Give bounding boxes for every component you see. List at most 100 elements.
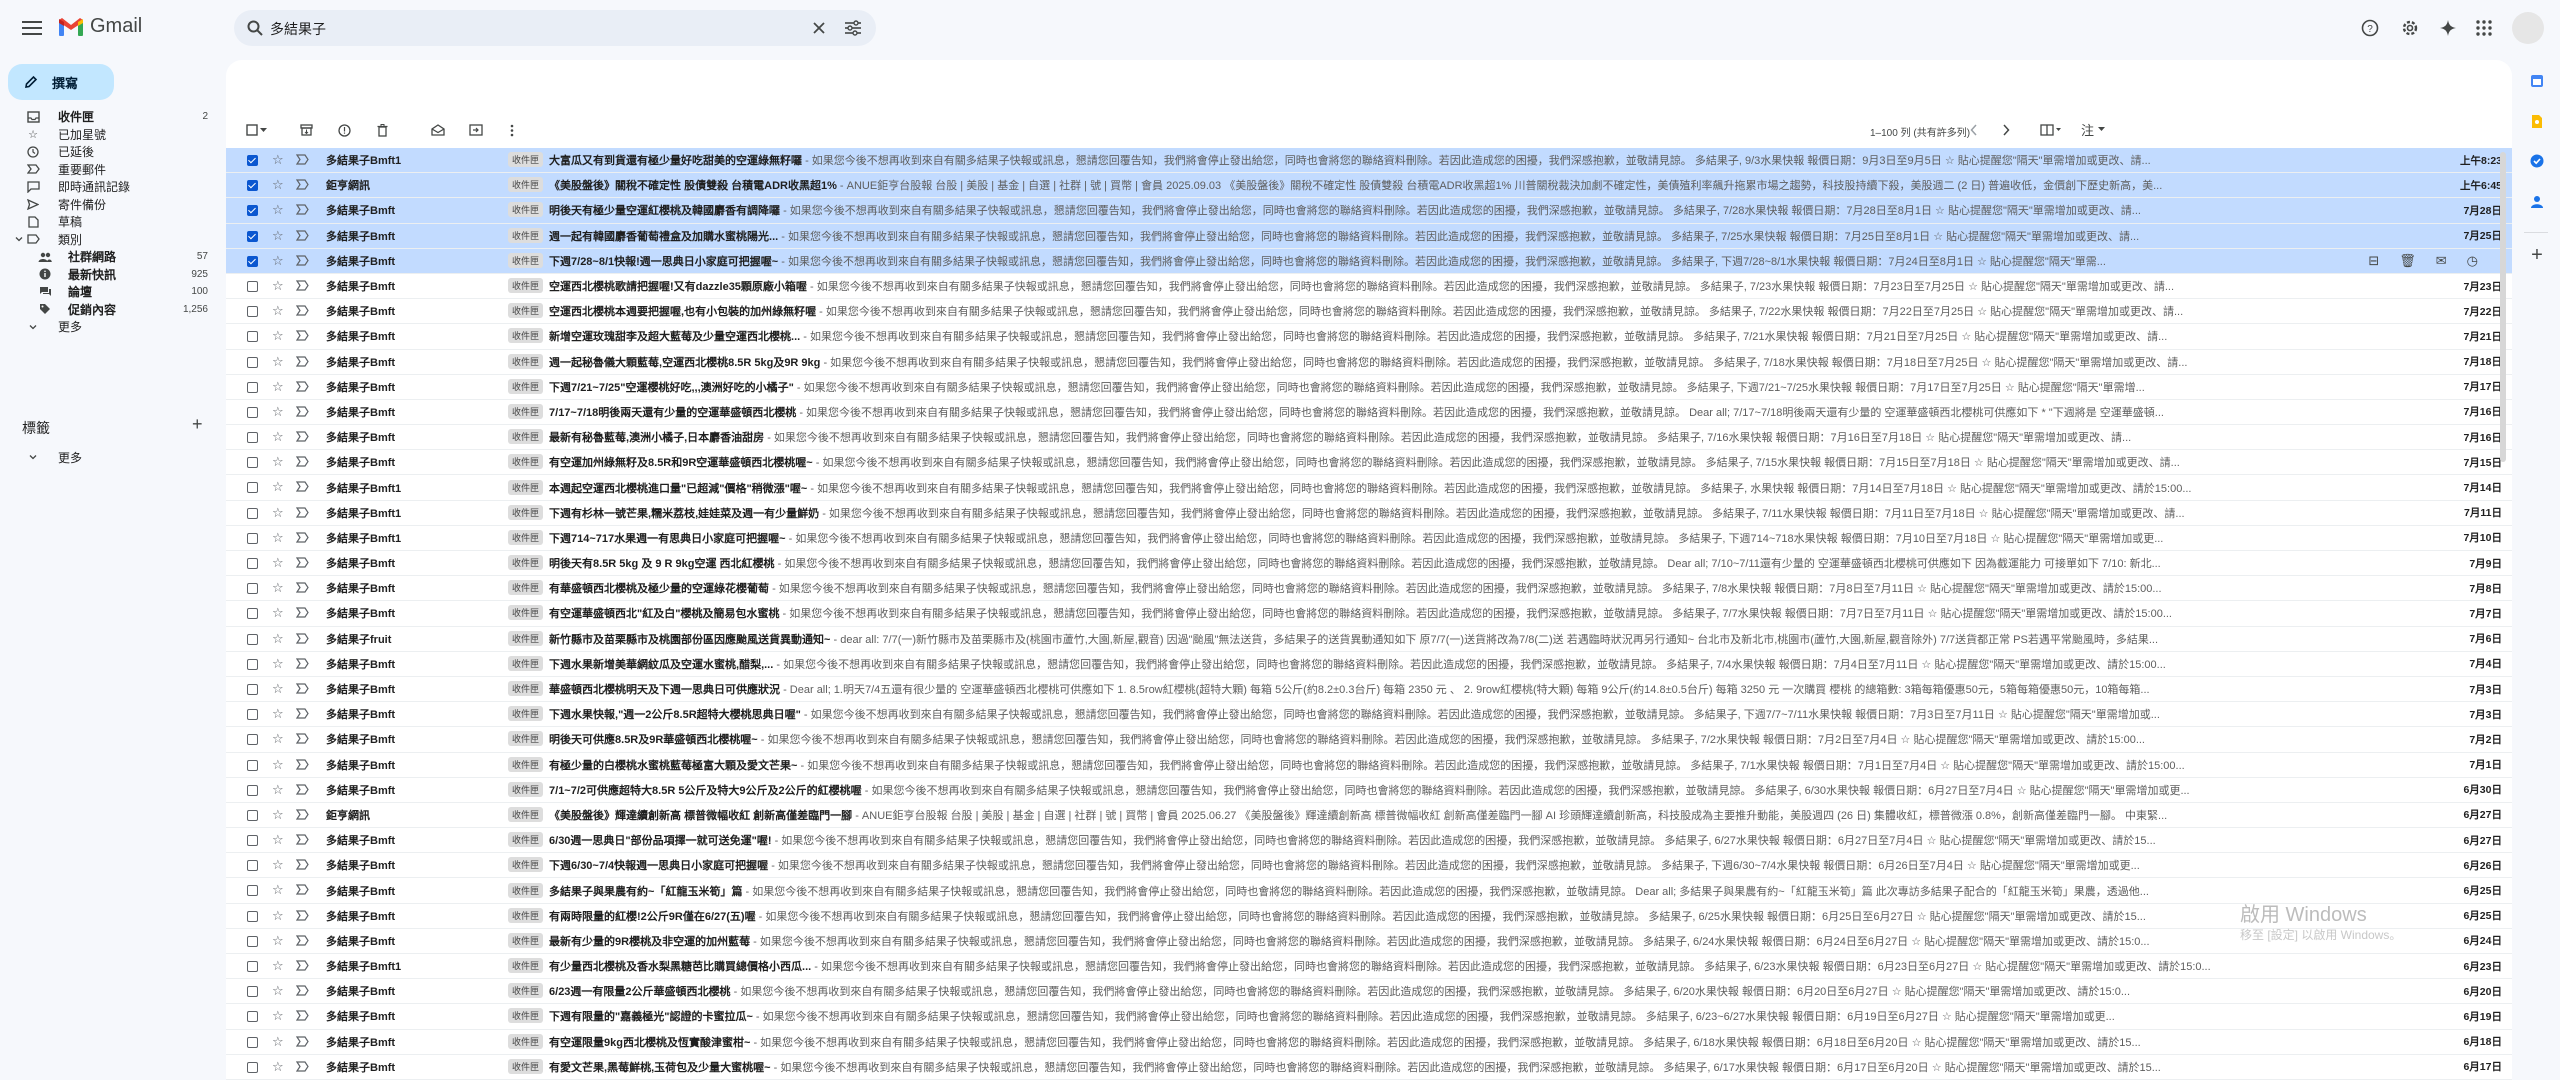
star-icon[interactable]: ☆ [272,429,284,445]
important-marker-icon[interactable] [296,330,309,341]
inbox-badge[interactable]: 收件匣 [508,731,544,747]
email-row[interactable]: ☆ 多結果子Bmft 收件匣 新增空運玫瑰甜李及超大藍莓及少量空運西北櫻桃... - … [226,324,2512,350]
main-menu-icon[interactable] [20,16,44,40]
star-icon[interactable]: ☆ [272,958,284,974]
star-icon[interactable]: ☆ [272,908,284,924]
sidebar-item-drafts[interactable]: 草稿 [0,213,220,231]
row-checkbox[interactable] [247,683,258,695]
important-marker-icon[interactable] [296,179,309,190]
sidebar-item-social[interactable]: 社群網路 57 [0,248,220,266]
inbox-badge[interactable]: 收件匣 [508,806,544,822]
inbox-badge[interactable]: 收件匣 [508,1033,544,1049]
star-icon[interactable]: ☆ [272,177,284,193]
important-marker-icon[interactable] [296,834,309,845]
star-icon[interactable]: ☆ [272,152,284,168]
inbox-badge[interactable]: 收件匣 [508,479,544,495]
important-marker-icon[interactable] [296,507,309,518]
archive-icon[interactable]: ⊟ [2368,253,2379,269]
important-marker-icon[interactable] [296,154,309,165]
important-marker-icon[interactable] [296,229,309,241]
star-icon[interactable]: ☆ [272,379,284,395]
search-input[interactable]: 多結果子 [270,19,326,39]
sidebar-item-sent[interactable]: 寄件備份 [0,196,220,214]
star-icon[interactable]: ☆ [272,731,284,747]
important-marker-icon[interactable] [296,355,309,367]
email-row[interactable]: ☆ 多結果子Bmft 收件匣 明後天有極少量空運紅櫻桃及韓國麝香有調降囉 - 如果您今… [226,198,2512,224]
important-marker-icon[interactable] [296,204,309,215]
star-icon[interactable]: ☆ [272,1059,284,1075]
email-row[interactable]: ☆ 多結果子Bmft 收件匣 多結果子與果農有約~「紅龍玉米筍」篇 - 如果您今後不想… [226,878,2512,904]
more-options-icon[interactable] [504,122,520,138]
email-row[interactable]: ☆ 多結果子Bmft 收件匣 下週6/30~7/4快報週一思典日小家庭可把握喔 - 如… [226,853,2512,879]
star-icon[interactable]: ☆ [272,631,284,647]
split-pane-icon[interactable] [2038,122,2064,138]
email-row[interactable]: ☆ 多結果子Bmft 收件匣 空運西北櫻桃歌請把握喔!又有dazzle35顆原廠小箱喔… [226,274,2512,300]
older-page-icon[interactable] [1998,122,2014,138]
row-checkbox[interactable] [247,558,258,569]
email-row[interactable]: ☆ 鉅亨網訊 收件匣 《美股盤後》關稅不確定性 股債雙殺 台積電ADR收黑超1% - … [226,173,2512,199]
inbox-badge[interactable]: 收件匣 [508,202,544,218]
sidebar-item-snoozed[interactable]: 已延後 [0,143,220,161]
email-row[interactable]: ☆ 鉅亨網訊 收件匣 《美股盤後》輝達續創新高 標普微幅收紅 創新高僅差臨門一腳 - … [226,803,2512,829]
inbox-badge[interactable]: 收件匣 [508,706,544,722]
apps-grid-icon[interactable] [2472,16,2496,40]
email-row[interactable]: ☆ 多結果子Bmft 收件匣 6/23週一有限量2公斤華盛頓西北櫻桃 - 如果您今後不… [226,979,2512,1005]
star-icon[interactable]: ☆ [272,706,284,722]
star-icon[interactable]: ☆ [272,202,284,218]
row-checkbox[interactable] [247,885,258,897]
row-checkbox[interactable] [247,835,258,847]
select-dropdown-icon[interactable] [258,122,268,138]
chevron-down-icon[interactable] [12,232,26,246]
important-marker-icon[interactable] [296,481,309,493]
email-row[interactable]: ☆ 多結果子Bmft 收件匣 空運西北櫻桃本週要把握喔,也有小包裝的加州綠無籽喔 - … [226,299,2512,325]
star-icon[interactable]: ☆ [272,479,284,495]
tasks-icon[interactable] [2528,152,2546,170]
row-checkbox[interactable] [247,1061,258,1073]
important-marker-icon[interactable] [296,1010,309,1021]
row-checkbox[interactable] [247,230,258,242]
star-icon[interactable]: ☆ [272,454,284,470]
inbox-badge[interactable]: 收件匣 [508,983,544,999]
mark-as-read-icon[interactable] [430,122,446,138]
email-row[interactable]: ☆ 多結果子Bmft 收件匣 有愛文芒果,黑莓鮮桃,玉荷包及少量大蜜桃喔~ - 如果您… [226,1055,2512,1080]
report-spam-icon[interactable] [336,122,352,138]
sidebar-item-important[interactable]: 重要郵件 [0,161,220,179]
inbox-badge[interactable]: 收件匣 [508,177,544,193]
scrollbar[interactable] [2500,152,2506,462]
row-checkbox[interactable] [247,809,258,821]
email-row[interactable]: ☆ 多結果子fruit 收件匣 新竹縣市及苗栗縣市及桃園部份區因應颱風送貨異動通知~ … [226,627,2512,652]
star-icon[interactable]: ☆ [272,404,284,420]
labels-more-item[interactable]: 更多 [0,448,220,466]
row-checkbox[interactable] [247,784,258,796]
inbox-badge[interactable]: 收件匣 [508,756,544,772]
star-icon[interactable]: ☆ [272,656,284,672]
row-checkbox[interactable] [247,759,258,771]
inbox-badge[interactable]: 收件匣 [508,529,544,545]
important-marker-icon[interactable] [296,305,309,316]
important-marker-icon[interactable] [296,1061,309,1072]
inbox-badge[interactable]: 收件匣 [508,278,544,294]
row-checkbox[interactable] [247,935,258,947]
delete-icon[interactable] [374,122,390,138]
row-checkbox[interactable] [247,331,258,343]
inbox-badge[interactable]: 收件匣 [508,681,544,697]
email-row[interactable]: ☆ 多結果子Bmft 收件匣 下週7/28~8/1快報!週一思典日小家庭可把握喔~ -… [226,248,2512,274]
star-icon[interactable]: ☆ [272,354,284,370]
email-row[interactable]: ☆ 多結果子Bmft1 收件匣 下週有杉林一號芒果,糯米荔枝,娃娃菜及週一有少量鮮奶 … [226,501,2512,526]
compose-button[interactable]: 撰寫 [8,64,114,100]
important-marker-icon[interactable] [296,758,309,770]
inbox-badge[interactable]: 收件匣 [508,781,544,797]
sidebar-item-more[interactable]: 更多 [0,318,220,336]
important-marker-icon[interactable] [296,884,309,896]
inbox-badge[interactable]: 收件匣 [508,630,544,646]
inbox-badge[interactable]: 收件匣 [508,932,544,948]
email-row[interactable]: ☆ 多結果子Bmft 收件匣 有兩時限量的紅櫻!2公斤9R僅在6/27(五)喔 - 如… [226,904,2512,929]
star-icon[interactable]: ☆ [272,605,284,621]
row-checkbox[interactable] [247,709,258,721]
row-checkbox[interactable] [247,734,258,746]
calendar-icon[interactable] [2528,72,2546,90]
row-checkbox[interactable] [247,860,258,872]
email-row[interactable]: ☆ 多結果子Bmft 收件匣 下週7/21~7/25"空運櫻桃好吃,,,澳洲好吃的小橘… [226,375,2512,400]
sidebar-item-chats[interactable]: 即時通訊記錄 [0,178,220,196]
inbox-badge[interactable]: 收件匣 [508,227,544,243]
